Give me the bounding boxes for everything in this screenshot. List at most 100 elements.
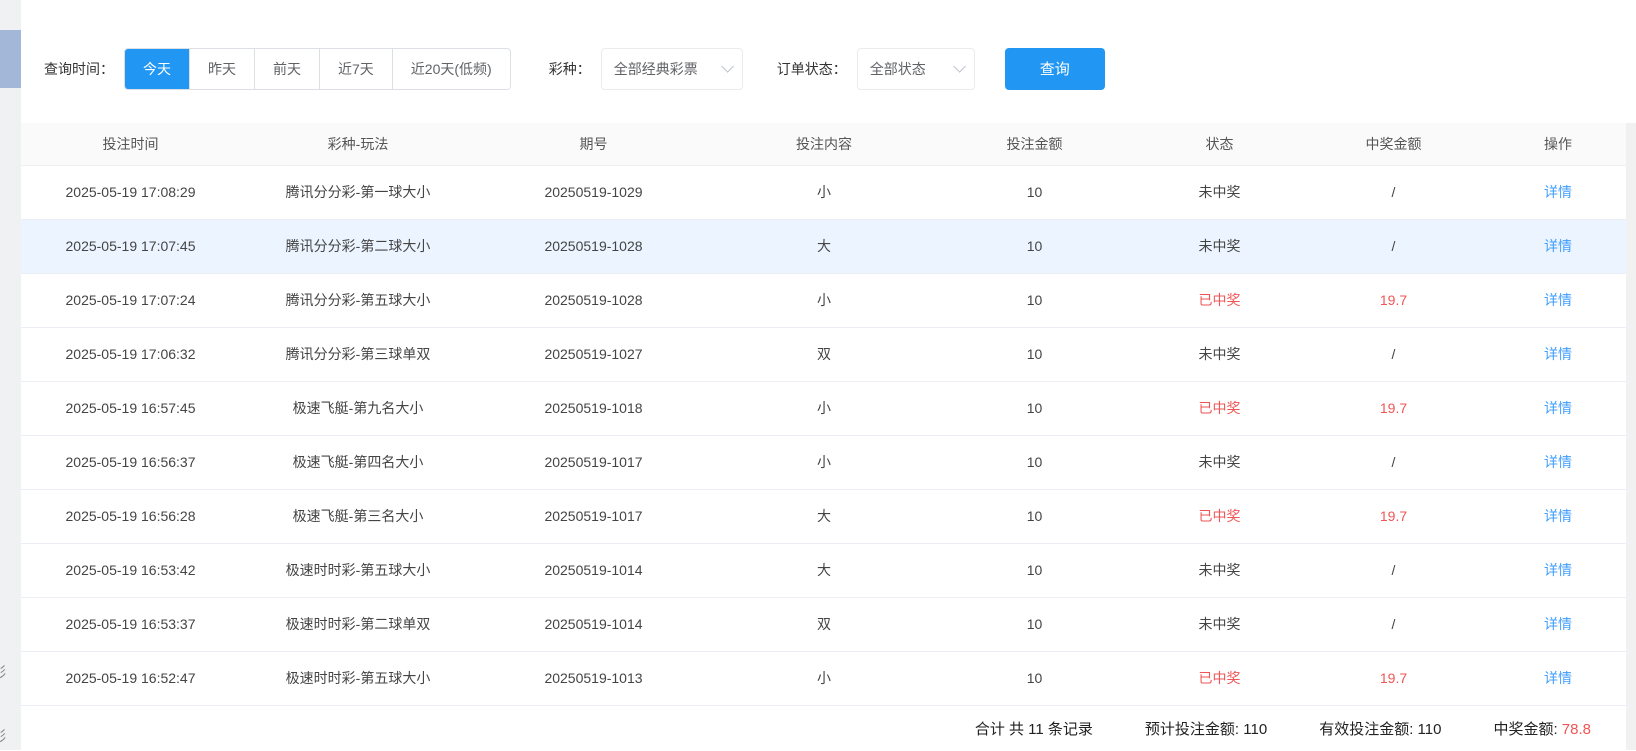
- cell-status: 未中奖: [1132, 327, 1307, 381]
- cell-content: 小: [711, 165, 937, 219]
- detail-link[interactable]: 详情: [1544, 670, 1572, 686]
- time-filter-label: 查询时间：: [44, 59, 114, 79]
- cell-status: 未中奖: [1132, 543, 1307, 597]
- cell-game: 极速飞艇-第九名大小: [240, 381, 476, 435]
- cell-issue: 20250519-1028: [476, 273, 711, 327]
- cell-issue: 20250519-1027: [476, 327, 711, 381]
- summary-expected: 预计投注金额: 110: [1145, 718, 1267, 739]
- detail-link[interactable]: 详情: [1544, 400, 1572, 416]
- query-button[interactable]: 查询: [1005, 48, 1105, 90]
- cell-bet-time: 2025-05-19 16:53:42: [21, 543, 240, 597]
- cell-prize: 19.7: [1307, 489, 1480, 543]
- cell-action: 详情: [1480, 165, 1636, 219]
- cell-bet-time: 2025-05-19 16:56:28: [21, 489, 240, 543]
- cell-issue: 20250519-1013: [476, 651, 711, 705]
- cell-issue: 20250519-1029: [476, 165, 711, 219]
- cell-content: 小: [711, 435, 937, 489]
- cell-game: 极速飞艇-第四名大小: [240, 435, 476, 489]
- cell-status: 已中奖: [1132, 381, 1307, 435]
- cell-bet-time: 2025-05-19 16:53:37: [21, 597, 240, 651]
- cell-game: 腾讯分分彩-第五球大小: [240, 273, 476, 327]
- cell-bet-time: 2025-05-19 16:56:37: [21, 435, 240, 489]
- lottery-type-label: 彩种：: [549, 59, 591, 79]
- cell-action: 详情: [1480, 273, 1636, 327]
- scrollbar-track[interactable]: [1626, 123, 1636, 750]
- cell-amount: 10: [937, 651, 1132, 705]
- cell-amount: 10: [937, 219, 1132, 273]
- cell-prize: /: [1307, 543, 1480, 597]
- time-filter-today[interactable]: 今天: [125, 49, 189, 89]
- filter-bar: 查询时间： 今天 昨天 前天 近7天 近20天(低频) 彩种： 全部经典彩票 订…: [21, 0, 1636, 123]
- col-header-game: 彩种-玩法: [240, 123, 476, 165]
- cell-amount: 10: [937, 489, 1132, 543]
- detail-link[interactable]: 详情: [1544, 562, 1572, 578]
- cell-content: 大: [711, 219, 937, 273]
- summary-expected-value: 110: [1243, 721, 1267, 738]
- detail-link[interactable]: 详情: [1544, 508, 1572, 524]
- main-content: 查询时间： 今天 昨天 前天 近7天 近20天(低频) 彩种： 全部经典彩票 订…: [21, 0, 1636, 750]
- cell-amount: 10: [937, 381, 1132, 435]
- cell-game: 极速时时彩-第五球大小: [240, 543, 476, 597]
- summary-valid: 有效投注金额: 110: [1319, 718, 1441, 739]
- cell-status: 已中奖: [1132, 651, 1307, 705]
- cell-prize: /: [1307, 327, 1480, 381]
- cell-issue: 20250519-1014: [476, 597, 711, 651]
- cell-prize: 19.7: [1307, 381, 1480, 435]
- bet-records-table: 投注时间 彩种-玩法 期号 投注内容 投注金额 状态 中奖金额 操作 2025-…: [21, 123, 1636, 706]
- order-status-select[interactable]: 全部状态: [857, 48, 975, 90]
- detail-link[interactable]: 详情: [1544, 292, 1572, 308]
- cell-amount: 10: [937, 165, 1132, 219]
- cell-action: 详情: [1480, 543, 1636, 597]
- cell-content: 大: [711, 543, 937, 597]
- detail-link[interactable]: 详情: [1544, 238, 1572, 254]
- lottery-type-select[interactable]: 全部经典彩票: [601, 48, 743, 90]
- time-filter-day-before[interactable]: 前天: [254, 49, 319, 89]
- cell-action: 详情: [1480, 597, 1636, 651]
- cell-content: 大: [711, 489, 937, 543]
- col-header-amount: 投注金额: [937, 123, 1132, 165]
- cell-action: 详情: [1480, 489, 1636, 543]
- table-row: 2025-05-19 16:53:42 极速时时彩-第五球大小 20250519…: [21, 543, 1636, 597]
- table-row: 2025-05-19 17:07:45 腾讯分分彩-第二球大小 20250519…: [21, 219, 1636, 273]
- table-header-row: 投注时间 彩种-玩法 期号 投注内容 投注金额 状态 中奖金额 操作: [21, 123, 1636, 165]
- cell-bet-time: 2025-05-19 17:08:29: [21, 165, 240, 219]
- summary-prize-label: 中奖金额:: [1493, 721, 1557, 738]
- sidebar-sliver: 彩 彩: [0, 0, 21, 750]
- cell-prize: /: [1307, 219, 1480, 273]
- cell-content: 小: [711, 651, 937, 705]
- table-body: 2025-05-19 17:08:29 腾讯分分彩-第一球大小 20250519…: [21, 165, 1636, 705]
- cell-amount: 10: [937, 597, 1132, 651]
- time-filter-yesterday[interactable]: 昨天: [189, 49, 254, 89]
- cell-prize: /: [1307, 165, 1480, 219]
- detail-link[interactable]: 详情: [1544, 184, 1572, 200]
- cell-prize: 19.7: [1307, 651, 1480, 705]
- cell-game: 腾讯分分彩-第二球大小: [240, 219, 476, 273]
- table-row: 2025-05-19 16:52:47 极速时时彩-第五球大小 20250519…: [21, 651, 1636, 705]
- summary-prize: 中奖金额: 78.8: [1493, 718, 1591, 739]
- summary-valid-label: 有效投注金额:: [1319, 721, 1413, 738]
- cell-bet-time: 2025-05-19 17:06:32: [21, 327, 240, 381]
- summary-total: 合计 共 11 条记录: [975, 718, 1093, 739]
- time-filter-last-7-days[interactable]: 近7天: [319, 49, 392, 89]
- detail-link[interactable]: 详情: [1544, 346, 1572, 362]
- cell-issue: 20250519-1014: [476, 543, 711, 597]
- cell-action: 详情: [1480, 435, 1636, 489]
- summary-prize-value: 78.8: [1562, 721, 1591, 738]
- table-row: 2025-05-19 16:57:45 极速飞艇-第九名大小 20250519-…: [21, 381, 1636, 435]
- order-status-label: 订单状态：: [777, 59, 847, 79]
- table-row: 2025-05-19 17:07:24 腾讯分分彩-第五球大小 20250519…: [21, 273, 1636, 327]
- cell-status: 未中奖: [1132, 435, 1307, 489]
- cell-prize: 19.7: [1307, 273, 1480, 327]
- detail-link[interactable]: 详情: [1544, 616, 1572, 632]
- detail-link[interactable]: 详情: [1544, 454, 1572, 470]
- cell-content: 小: [711, 381, 937, 435]
- summary-bar: 合计 共 11 条记录 预计投注金额: 110 有效投注金额: 110 中奖金额…: [21, 706, 1636, 751]
- sidebar-active-item-partial[interactable]: [0, 30, 21, 88]
- sidebar-item-label-partial: 彩: [0, 726, 6, 746]
- cell-status: 未中奖: [1132, 597, 1307, 651]
- time-filter-last-20-days[interactable]: 近20天(低频): [392, 49, 510, 89]
- col-header-status: 状态: [1132, 123, 1307, 165]
- cell-status: 已中奖: [1132, 489, 1307, 543]
- table-row: 2025-05-19 16:56:28 极速飞艇-第三名大小 20250519-…: [21, 489, 1636, 543]
- cell-prize: /: [1307, 435, 1480, 489]
